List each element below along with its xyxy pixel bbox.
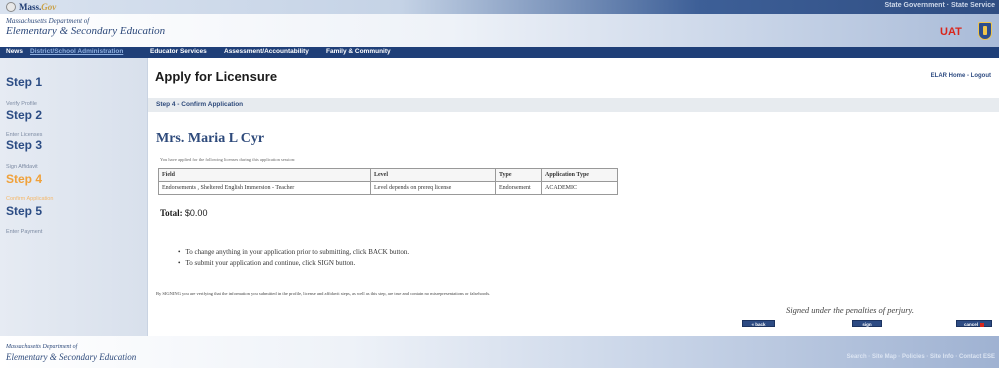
sidebar-link-sign-affidavit[interactable]: Sign Affidavit xyxy=(6,164,38,170)
table-row: Endorsements , Sheltered English Immersi… xyxy=(158,181,618,195)
close-icon xyxy=(980,322,984,327)
signing-disclaimer: By SIGNING you are verifying that the in… xyxy=(156,291,491,296)
dept-name-line2[interactable]: Elementary & Secondary Education xyxy=(6,25,165,37)
steps-sidebar: Step 1 Verify Profile Step 2 Enter Licen… xyxy=(0,58,148,336)
shield-icon xyxy=(978,22,992,40)
mass-gov-logo[interactable]: Mass.Gov xyxy=(6,1,66,13)
current-step-label: Step 4 - Confirm Application xyxy=(156,101,244,108)
table-header-row: Field Level Type Application Type xyxy=(158,168,618,182)
step-3-label: Step 3 xyxy=(6,138,43,152)
nav-district-school-admin[interactable]: District/School Administration xyxy=(30,48,123,55)
step-4-label: Step 4 xyxy=(6,172,43,186)
step-2-label: Step 2 xyxy=(6,108,43,122)
licenses-table: Field Level Type Application Type Endors… xyxy=(158,168,618,195)
sign-button[interactable]: sign xyxy=(852,320,882,327)
perjury-statement: Signed under the penalties of perjury. xyxy=(786,305,914,315)
mass-gov-wordmark: Mass.Gov xyxy=(19,2,57,12)
instructions-list: To change anything in your application p… xyxy=(178,248,409,270)
footer-links[interactable]: Search · Site Map · Policies · Site Info… xyxy=(847,354,995,360)
sidebar-link-confirm-application[interactable]: Confirm Application xyxy=(6,196,53,202)
cancel-label: cancel xyxy=(963,322,978,327)
environment-badge: UAT xyxy=(940,26,962,38)
step-5-label: Step 5 xyxy=(6,204,43,218)
page-title: Apply for Licensure xyxy=(155,69,278,84)
back-button[interactable]: « back xyxy=(742,320,775,327)
nav-news[interactable]: News xyxy=(6,48,23,55)
dept-name-line1: Massachusetts Department of xyxy=(6,17,90,25)
main-content: Apply for Licensure ELAR Home - Logout S… xyxy=(148,58,999,336)
nav-family-community[interactable]: Family & Community xyxy=(326,48,391,55)
column-header-level: Level xyxy=(370,168,496,182)
total-amount: Total: $0.00 xyxy=(160,208,207,218)
cell-application-type: ACADEMIC xyxy=(541,181,618,195)
cell-level: Level depends on prereq license xyxy=(370,181,496,195)
column-header-type: Type xyxy=(495,168,542,182)
list-item: To submit your application and continue,… xyxy=(178,259,409,267)
state-links[interactable]: State Government · State Service xyxy=(885,2,996,9)
step-header-bar: Step 4 - Confirm Application xyxy=(148,98,999,112)
licenses-intro-text: You have applied for the following licen… xyxy=(160,157,296,162)
footer-dept-line1: Massachusetts Department of xyxy=(6,344,78,350)
site-footer: Massachusetts Department of Elementary &… xyxy=(0,336,999,368)
cell-field: Endorsements , Sheltered English Immersi… xyxy=(158,181,371,195)
elar-home-link[interactable]: ELAR Home xyxy=(931,73,966,79)
nav-educator-services[interactable]: Educator Services xyxy=(150,48,207,55)
sidebar-link-enter-payment[interactable]: Enter Payment xyxy=(6,229,42,235)
state-seal-icon xyxy=(6,2,16,12)
main-nav: News District/School Administration Educ… xyxy=(0,47,999,58)
list-item: To change anything in your application p… xyxy=(178,248,409,256)
column-header-application-type: Application Type xyxy=(541,168,618,182)
logout-link[interactable]: Logout xyxy=(971,73,991,79)
cancel-button[interactable]: cancel xyxy=(956,320,992,327)
step-1-label: Step 1 xyxy=(6,75,43,89)
sidebar-link-verify-profile[interactable]: Verify Profile xyxy=(6,101,37,107)
top-bar: Mass.Gov State Government · State Servic… xyxy=(0,0,999,14)
footer-dept-line2: Elementary & Secondary Education xyxy=(6,352,137,362)
nav-assessment-accountability[interactable]: Assessment/Accountability xyxy=(224,48,309,55)
cell-type: Endorsement xyxy=(495,181,542,195)
total-label: Total: xyxy=(160,208,183,218)
total-value: $0.00 xyxy=(184,208,208,218)
top-links: ELAR Home - Logout xyxy=(931,73,991,79)
applicant-name: Mrs. Maria L Cyr xyxy=(156,131,265,146)
column-header-field: Field xyxy=(158,168,371,182)
site-header: Massachusetts Department of Elementary &… xyxy=(0,14,999,47)
